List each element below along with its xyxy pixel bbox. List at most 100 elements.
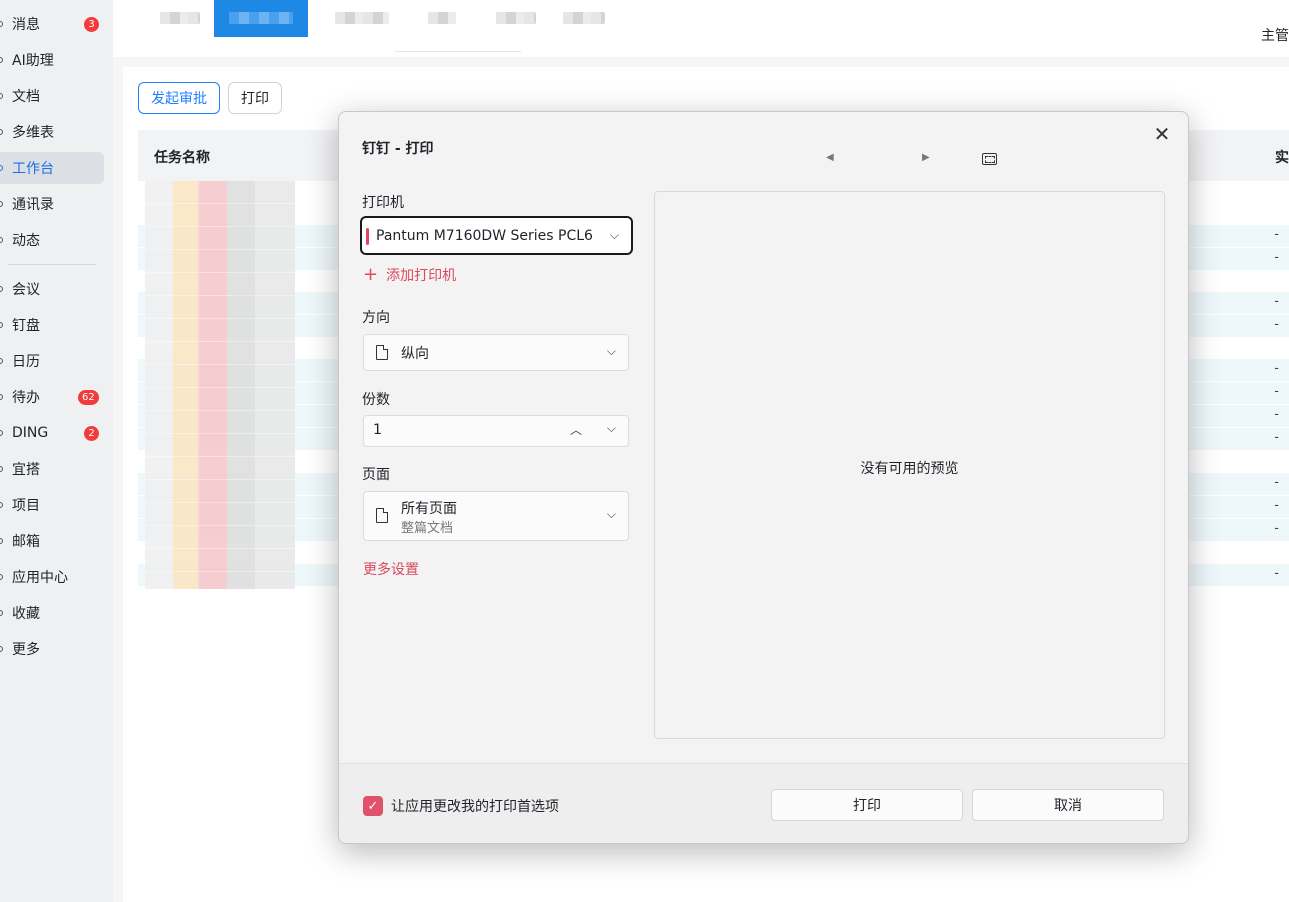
- cancel-button[interactable]: 取消: [972, 789, 1164, 821]
- sidebar-item-ai-assistant[interactable]: AI助理: [0, 44, 104, 76]
- dialog-footer: ✓ 让应用更改我的打印首选项 打印 取消: [339, 763, 1188, 843]
- copies-value: 1: [373, 422, 382, 438]
- tab-blurred-1[interactable]: [160, 12, 200, 24]
- project-icon: [0, 502, 3, 508]
- cell-value: -: [1274, 317, 1279, 332]
- print-preview: 没有可用的预览: [654, 191, 1165, 739]
- close-icon: ✕: [1153, 122, 1171, 146]
- sidebar-item-activity[interactable]: 动态: [0, 224, 104, 256]
- tab-active[interactable]: [214, 0, 308, 37]
- pages-subvalue: 整篇文档: [401, 521, 454, 536]
- orientation-select[interactable]: 纵向 ⌵: [363, 334, 629, 371]
- print-dialog: 钉钉 - 打印 ✕ ◀ ▶ 打印机 Pantum M7160DW Series …: [338, 111, 1189, 844]
- print-toolbar-button[interactable]: 打印: [228, 82, 282, 114]
- cell-value: -: [1274, 430, 1279, 445]
- todo-badge: 62: [78, 390, 99, 405]
- yida-icon: [0, 466, 3, 472]
- add-printer-link[interactable]: + 添加打印机: [363, 264, 456, 285]
- drive-icon: [0, 322, 3, 328]
- sidebar-item-projects[interactable]: 项目: [0, 489, 104, 521]
- pages-value: 所有页面: [401, 501, 457, 517]
- workbench-icon: [0, 165, 3, 171]
- check-icon: ✓: [367, 798, 379, 814]
- focus-accent: [366, 228, 369, 245]
- sidebar-item-tables[interactable]: 多维表: [0, 116, 104, 148]
- column-right-header: 实: [1275, 150, 1289, 166]
- preview-message: 没有可用的预览: [860, 461, 959, 477]
- sidebar-item-drive[interactable]: 钉盘: [0, 309, 104, 341]
- sidebar-item-calendar[interactable]: 日历: [0, 345, 104, 377]
- unread-badge: 3: [84, 17, 99, 32]
- pages-select[interactable]: 所有页面 整篇文档 ⌵: [363, 491, 629, 541]
- pages-label: 页面: [362, 467, 390, 483]
- print-button[interactable]: 打印: [771, 789, 963, 821]
- chevron-down-icon: ⌵: [606, 344, 616, 358]
- pages-icon: [376, 508, 388, 523]
- activity-icon: [0, 237, 3, 243]
- sidebar-item-docs[interactable]: 文档: [0, 80, 104, 112]
- docs-icon: [0, 93, 3, 99]
- printer-select[interactable]: Pantum M7160DW Series PCL6 000 ⌵: [360, 216, 633, 255]
- sidebar-item-workbench[interactable]: 工作台: [0, 152, 104, 184]
- calendar-icon: [0, 358, 3, 364]
- cell-value: -: [1274, 498, 1279, 513]
- sidebar-item-contacts[interactable]: 通讯录: [0, 188, 104, 220]
- sidebar-item-meeting[interactable]: 会议: [0, 273, 104, 305]
- fit-to-window-icon[interactable]: [982, 153, 997, 165]
- cell-value: -: [1274, 361, 1279, 376]
- contacts-icon: [0, 201, 3, 207]
- more-settings-link[interactable]: 更多设置: [363, 559, 419, 579]
- close-button[interactable]: ✕: [1146, 118, 1178, 150]
- printer-value: Pantum M7160DW Series PCL6 000: [376, 228, 596, 244]
- todo-icon: [0, 394, 3, 400]
- plus-icon: +: [363, 264, 379, 285]
- increment-icon[interactable]: ︿: [570, 421, 582, 438]
- messages-icon: [0, 21, 3, 27]
- allow-prefs-checkbox[interactable]: ✓: [363, 796, 383, 816]
- tab-blurred-5[interactable]: [563, 12, 605, 24]
- top-tab-bar: 主管: [113, 0, 1289, 57]
- page-icon: [376, 345, 388, 360]
- cell-value: -: [1274, 475, 1279, 490]
- sidebar-item-yida[interactable]: 宜搭: [0, 453, 104, 485]
- orientation-label: 方向: [362, 310, 390, 326]
- tab-blurred-2[interactable]: [335, 12, 389, 24]
- column-task-name: 任务名称: [154, 150, 210, 166]
- chevron-down-icon: ⌵: [606, 507, 616, 521]
- ding-icon: [0, 430, 3, 436]
- cell-value: -: [1274, 521, 1279, 536]
- table-icon: [0, 129, 3, 135]
- allow-prefs-label: 让应用更改我的打印首选项: [391, 799, 559, 815]
- sidebar-item-app-center[interactable]: 应用中心: [0, 561, 104, 593]
- next-page-icon[interactable]: ▶: [922, 152, 930, 163]
- sidebar: 消息 3 AI助理 文档 多维表 工作台 通讯录 动态 会议 钉盘 日历 待办: [0, 0, 113, 902]
- star-icon: [0, 610, 3, 616]
- cell-value: -: [1274, 407, 1279, 422]
- orientation-value: 纵向: [401, 346, 429, 362]
- previous-page-icon[interactable]: ◀: [826, 152, 834, 163]
- chevron-down-icon: ⌵: [609, 228, 619, 242]
- apps-icon: [0, 574, 3, 580]
- cell-value: -: [1274, 384, 1279, 399]
- ai-icon: [0, 57, 3, 63]
- cell-value: -: [1274, 566, 1279, 581]
- redacted-task-names: [145, 181, 295, 589]
- supervisor-label: 主管: [1261, 28, 1289, 44]
- sidebar-item-favorites[interactable]: 收藏: [0, 597, 104, 629]
- ding-badge: 2: [84, 426, 99, 441]
- printer-label: 打印机: [362, 195, 404, 211]
- tab-blurred-3[interactable]: [428, 12, 456, 24]
- sidebar-item-mail[interactable]: 邮箱: [0, 525, 104, 557]
- copies-stepper[interactable]: 1 ︿ ⌵: [363, 415, 629, 447]
- cell-value: -: [1274, 294, 1279, 309]
- tab-blurred-4[interactable]: [496, 12, 536, 24]
- tab-underline: [395, 51, 521, 52]
- meeting-icon: [0, 286, 3, 292]
- decrement-icon[interactable]: ⌵: [607, 421, 616, 436]
- sidebar-item-ding[interactable]: DING 2: [0, 417, 104, 449]
- more-icon: [0, 646, 3, 652]
- sidebar-item-todo[interactable]: 待办 62: [0, 381, 104, 413]
- start-approval-button[interactable]: 发起审批: [138, 82, 220, 114]
- sidebar-item-messages[interactable]: 消息 3: [0, 8, 104, 40]
- sidebar-item-more[interactable]: 更多: [0, 633, 104, 665]
